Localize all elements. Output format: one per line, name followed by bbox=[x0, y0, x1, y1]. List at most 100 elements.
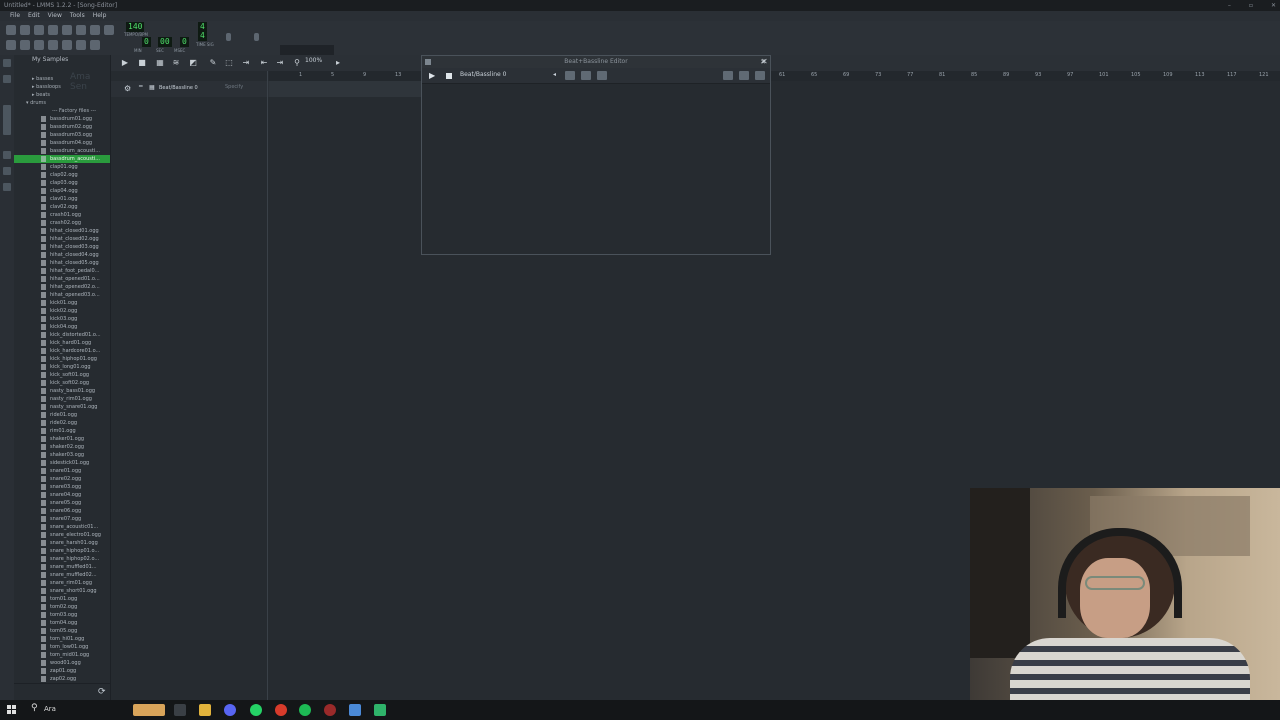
sample-file[interactable]: snare07.ogg bbox=[14, 515, 110, 523]
bb-editor-titlebar[interactable]: Beat+Bassline Editor ✕ bbox=[422, 56, 770, 68]
sample-file[interactable]: shaker01.ogg bbox=[14, 435, 110, 443]
track-name[interactable]: Beat/Bassline 0 bbox=[159, 85, 198, 91]
piano-roll-icon[interactable] bbox=[34, 40, 44, 50]
add-automation-track-icon[interactable]: ◩ bbox=[188, 58, 198, 68]
menu-help[interactable]: Help bbox=[93, 11, 107, 21]
sample-file[interactable]: shaker03.ogg bbox=[14, 451, 110, 459]
metronome-icon[interactable] bbox=[104, 25, 114, 35]
stop-behaviour-icon[interactable]: ⇥ bbox=[275, 58, 285, 68]
sample-file[interactable]: clav01.ogg bbox=[14, 195, 110, 203]
sample-file[interactable]: bassdrum01.ogg bbox=[14, 115, 110, 123]
whats-this-icon[interactable] bbox=[90, 25, 100, 35]
track-solo-label[interactable]: Specify bbox=[225, 84, 243, 90]
home-icon[interactable] bbox=[3, 167, 11, 175]
sample-file[interactable]: kick02.ogg bbox=[14, 307, 110, 315]
edit-mode-icon[interactable]: ⬚ bbox=[224, 58, 234, 68]
add-automation-bb-icon[interactable] bbox=[597, 71, 607, 80]
sample-file[interactable]: kick01.ogg bbox=[14, 299, 110, 307]
my-presets-icon[interactable] bbox=[3, 151, 11, 159]
refresh-icon[interactable]: ⟳ bbox=[98, 687, 106, 697]
menu-tools[interactable]: Tools bbox=[70, 11, 85, 21]
sample-file[interactable]: hihat_opened02.o... bbox=[14, 283, 110, 291]
play-button[interactable]: ▶ bbox=[120, 58, 130, 68]
sample-file[interactable]: snare04.ogg bbox=[14, 491, 110, 499]
sample-file[interactable]: snare_hiphop02.o... bbox=[14, 555, 110, 563]
sample-file[interactable]: kick_hardcore01.o... bbox=[14, 347, 110, 355]
folder-item[interactable]: ▸ beats bbox=[14, 91, 110, 99]
search-icon[interactable]: ⚲ bbox=[31, 703, 38, 713]
master-volume-icon[interactable] bbox=[226, 33, 231, 41]
sample-file[interactable]: tom02.ogg bbox=[14, 603, 110, 611]
sample-file[interactable]: clav02.ogg bbox=[14, 203, 110, 211]
track-settings-icon[interactable]: ⚙ bbox=[124, 84, 131, 93]
sample-file[interactable]: snare_harsh01.ogg bbox=[14, 539, 110, 547]
whatsapp-icon[interactable] bbox=[250, 704, 262, 716]
sample-file[interactable]: bassdrum_acousti... bbox=[14, 155, 110, 163]
my-projects-icon[interactable] bbox=[3, 75, 11, 83]
new-template-icon[interactable] bbox=[20, 25, 30, 35]
sample-file[interactable]: bassdrum02.ogg bbox=[14, 123, 110, 131]
sample-file[interactable]: sidestick01.ogg bbox=[14, 459, 110, 467]
sample-file[interactable]: snare_acoustic01... bbox=[14, 523, 110, 531]
sample-file[interactable]: zap02.ogg bbox=[14, 675, 110, 683]
sample-file[interactable]: hihat_closed01.ogg bbox=[14, 227, 110, 235]
sample-file[interactable]: nasty_snare01.ogg bbox=[14, 403, 110, 411]
bb-editor-icon[interactable] bbox=[20, 40, 30, 50]
auto-scroll-icon[interactable]: ⇥ bbox=[241, 58, 251, 68]
sample-file[interactable]: clap04.ogg bbox=[14, 187, 110, 195]
stop-button[interactable]: ■ bbox=[137, 58, 147, 68]
song-editor-icon[interactable] bbox=[6, 40, 16, 50]
sample-file[interactable]: bassdrum_acousti... bbox=[14, 147, 110, 155]
spotify-icon[interactable] bbox=[299, 704, 311, 716]
remove-steps-icon[interactable] bbox=[723, 71, 733, 80]
sample-file[interactable]: nasty_rim01.ogg bbox=[14, 395, 110, 403]
bb-play-button[interactable]: ▶ bbox=[429, 71, 435, 80]
sample-file[interactable]: tom01.ogg bbox=[14, 595, 110, 603]
sample-file[interactable]: kick_distorted01.o... bbox=[14, 331, 110, 339]
app-icon[interactable] bbox=[349, 704, 361, 716]
sample-file[interactable]: kick_soft01.ogg bbox=[14, 371, 110, 379]
sample-file[interactable]: bassdrum04.ogg bbox=[14, 139, 110, 147]
my-samples-icon[interactable] bbox=[3, 105, 11, 135]
sample-file[interactable]: kick_soft02.ogg bbox=[14, 379, 110, 387]
bb-close-icon[interactable]: ✕ bbox=[761, 57, 768, 66]
sample-file[interactable]: hihat_foot_pedal0... bbox=[14, 267, 110, 275]
sample-file[interactable]: snare03.ogg bbox=[14, 483, 110, 491]
sample-file[interactable]: hihat_closed04.ogg bbox=[14, 251, 110, 259]
sample-file[interactable]: wood01.ogg bbox=[14, 659, 110, 667]
sample-file[interactable]: snare_short01.ogg bbox=[14, 587, 110, 595]
controller-rack-icon[interactable] bbox=[76, 40, 86, 50]
sample-file[interactable]: ride01.ogg bbox=[14, 411, 110, 419]
sample-file[interactable]: tom04.ogg bbox=[14, 619, 110, 627]
menu-view[interactable]: View bbox=[48, 11, 62, 21]
sample-file[interactable]: kick03.ogg bbox=[14, 315, 110, 323]
discord-icon[interactable] bbox=[224, 704, 236, 716]
sample-file[interactable]: zap01.ogg bbox=[14, 667, 110, 675]
sample-file[interactable]: crash01.ogg bbox=[14, 211, 110, 219]
sample-file[interactable]: snare06.ogg bbox=[14, 507, 110, 515]
menu-edit[interactable]: Edit bbox=[28, 11, 40, 21]
track-mute-icon[interactable]: ━ bbox=[139, 83, 143, 90]
sample-file[interactable]: nasty_bass01.ogg bbox=[14, 387, 110, 395]
sample-file[interactable]: tom03.ogg bbox=[14, 611, 110, 619]
sample-file[interactable]: snare05.ogg bbox=[14, 499, 110, 507]
sample-file[interactable]: tom_low01.ogg bbox=[14, 643, 110, 651]
windows-start-icon[interactable] bbox=[7, 705, 17, 715]
sample-file[interactable]: snare02.ogg bbox=[14, 475, 110, 483]
sample-file[interactable]: kick_hard01.ogg bbox=[14, 339, 110, 347]
sample-file[interactable]: rim01.ogg bbox=[14, 427, 110, 435]
bb-pattern-prev-icon[interactable]: ◂ bbox=[553, 71, 556, 78]
mixer-icon[interactable] bbox=[62, 40, 72, 50]
master-pitch-icon[interactable] bbox=[254, 33, 259, 41]
sample-file[interactable]: kick04.ogg bbox=[14, 323, 110, 331]
bb-pattern-strip[interactable] bbox=[269, 81, 421, 97]
minimize-icon[interactable]: – bbox=[1228, 0, 1231, 11]
browser-icon[interactable] bbox=[275, 704, 287, 716]
sample-file[interactable]: hihat_opened03.o... bbox=[14, 291, 110, 299]
sample-file[interactable]: clap01.ogg bbox=[14, 163, 110, 171]
open-project-icon[interactable] bbox=[34, 25, 44, 35]
recent-projects-icon[interactable] bbox=[48, 25, 58, 35]
add-sample-track-icon[interactable]: ≋ bbox=[171, 58, 181, 68]
sample-file[interactable]: shaker02.ogg bbox=[14, 443, 110, 451]
sample-file[interactable]: bassdrum03.ogg bbox=[14, 131, 110, 139]
